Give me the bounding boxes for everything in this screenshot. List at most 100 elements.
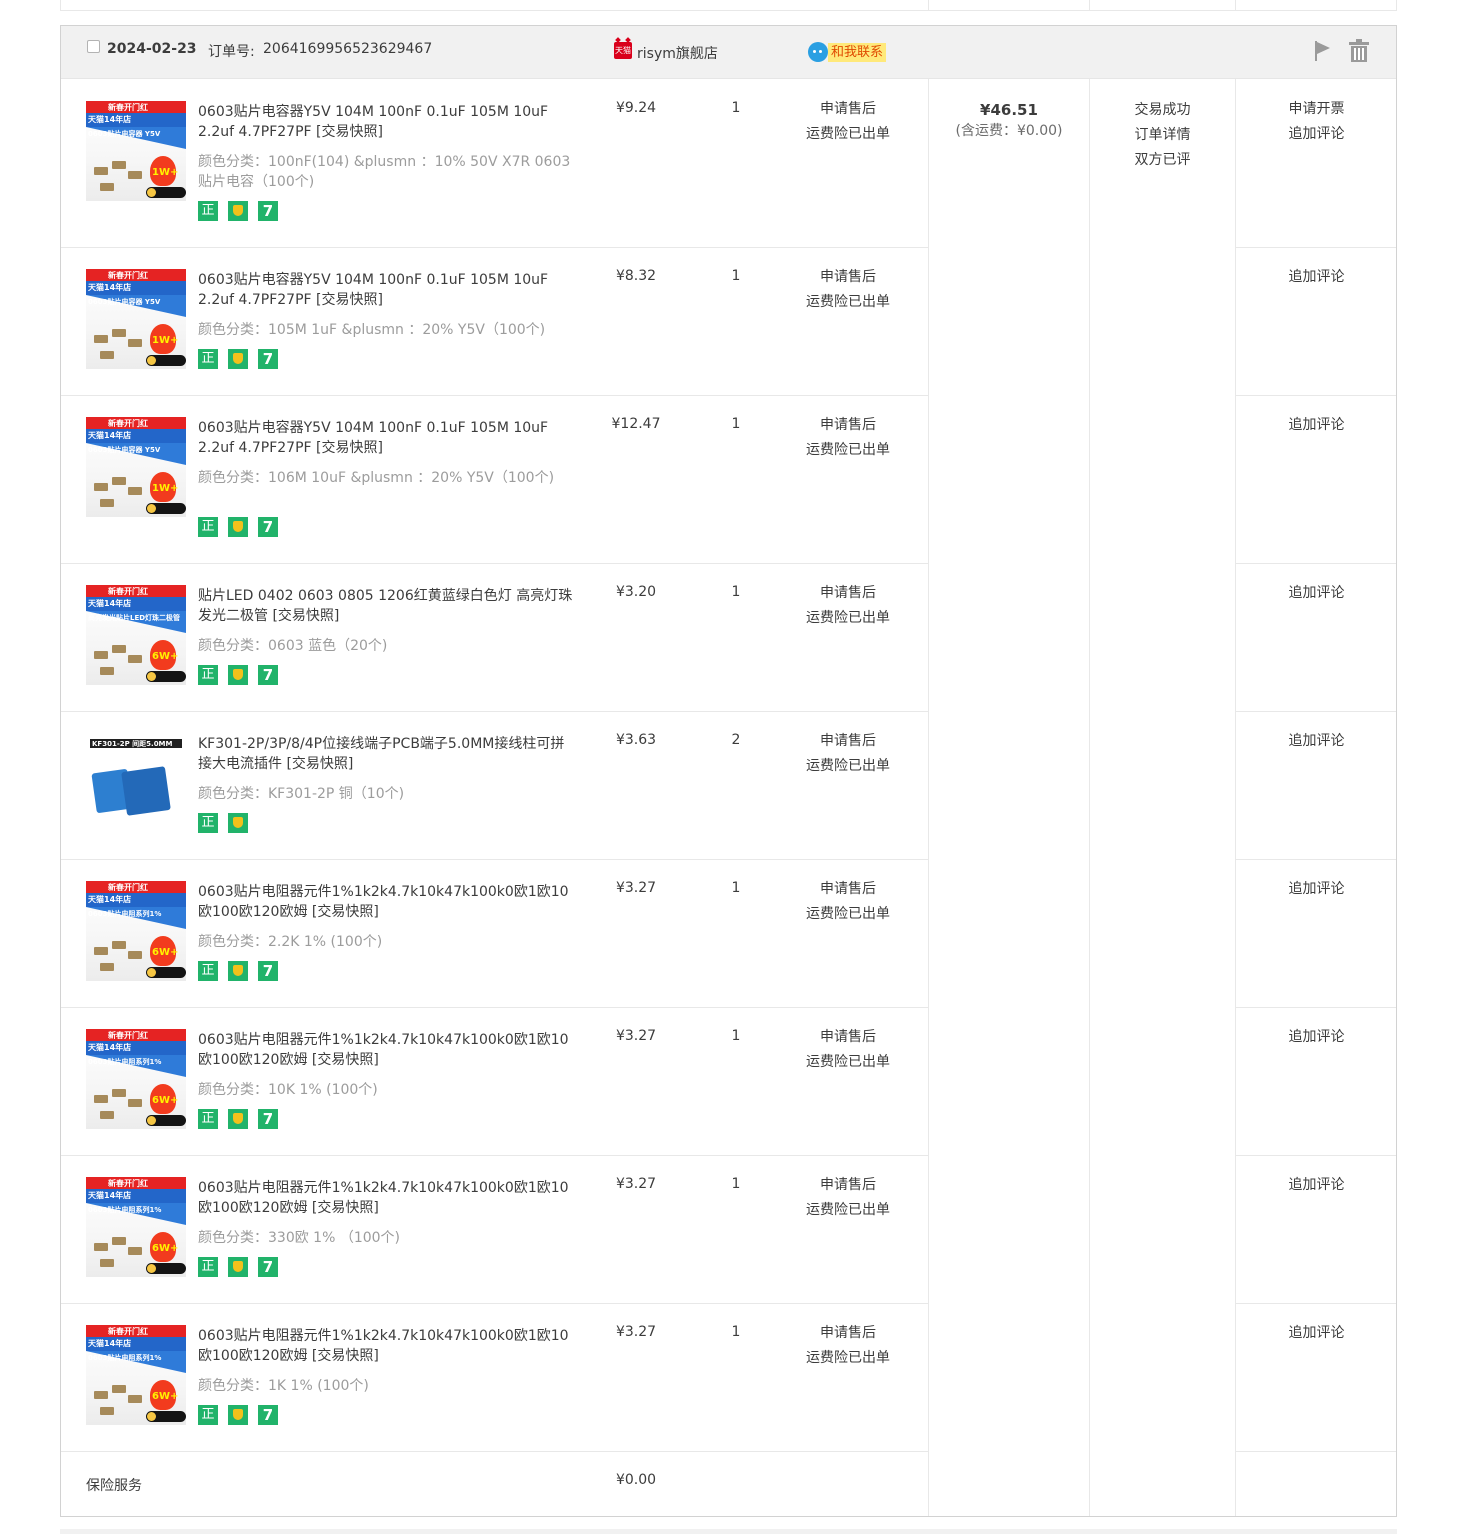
col-divider-price [928,79,929,1516]
guarantee-shield-icon[interactable] [228,1109,248,1129]
apply-after-sale-link[interactable]: 申请售后 [788,1173,908,1198]
guarantee-shield-icon[interactable] [228,1405,248,1425]
order-select-checkbox[interactable] [87,40,100,53]
authentic-icon[interactable]: 正 [198,349,218,369]
product-thumbnail[interactable]: 新春开门红 天猫14年店 0603贴片电阻系列1% 6W+ [86,1029,186,1129]
product-title-link[interactable]: 贴片LED 0402 0603 0805 1206红黄蓝绿白色灯 高亮灯珠发光二… [198,586,573,626]
shipping-insurance-status: 运费险已出单 [806,294,890,310]
guarantee-shield-icon[interactable] [228,813,248,833]
product-title-link[interactable]: 0603贴片电容器Y5V 104M 100nF 0.1uF 105M 10uF … [198,102,573,142]
quantity: 2 [731,732,741,748]
authentic-icon[interactable]: 正 [198,1109,218,1129]
guarantee-shield-icon[interactable] [228,961,248,981]
apply-after-sale-link[interactable]: 申请售后 [788,877,908,902]
apply-after-sale-link[interactable]: 申请售后 [788,1321,908,1346]
product-thumbnail[interactable]: 新春开门红 天猫14年店 0603贴片电容器 Y5V 1W+ [86,417,186,517]
guarantee-shield-icon[interactable] [228,517,248,537]
seven-day-return-icon[interactable]: 7 [258,201,278,221]
product-thumbnail[interactable]: 新春开门红 天猫14年店 高亮发光贴片LED灯珠二极管 6W+ [86,585,186,685]
seven-day-return-icon[interactable]: 7 [258,961,278,981]
both-reviewed-link[interactable]: 双方已评 [1090,148,1235,173]
product-title-link[interactable]: 0603贴片电阻器元件1%1k2k4.7k10k47k100k0欧1欧10欧10… [198,1326,573,1366]
product-title-link[interactable]: 0603贴片电容器Y5V 104M 100nF 0.1uF 105M 10uF … [198,270,573,310]
thumb-sub: 天猫14年店 [88,599,132,608]
shipping-insurance-status: 运费险已出单 [806,906,890,922]
authentic-icon[interactable]: 正 [198,1257,218,1277]
product-thumbnail[interactable]: 新春开门红 天猫14年店 0603贴片电阻系列1% 6W+ [86,1177,186,1277]
add-review-link[interactable]: 追加评论 [1237,265,1396,290]
thumb-promo: 1W+ [152,483,179,494]
trash-icon[interactable] [1348,39,1370,62]
seven-day-return-icon[interactable]: 7 [258,349,278,369]
unit-price: ¥3.27 [615,1324,657,1340]
unit-price: ¥3.63 [615,732,657,748]
col-divider-status [1235,79,1236,1516]
insurance-price: ¥0.00 [615,1472,657,1488]
product-thumbnail[interactable]: 新春开门红 天猫14年店 0603贴片电容器 Y5V 1W+ [86,269,186,369]
total-shipping: (含运费：¥0.00) [955,123,1063,139]
seven-day-return-icon[interactable]: 7 [258,1109,278,1129]
guarantee-shield-icon[interactable] [228,201,248,221]
add-review-link[interactable]: 追加评论 [1237,1321,1396,1346]
seven-day-return-icon[interactable]: 7 [258,1405,278,1425]
apply-after-sale-link[interactable]: 申请售后 [788,729,908,754]
shipping-insurance-status: 运费险已出单 [806,126,890,142]
product-title-link[interactable]: 0603贴片电阻器元件1%1k2k4.7k10k47k100k0欧1欧10欧10… [198,882,573,922]
chat-icon[interactable] [808,42,828,62]
contact-seller-button[interactable]: 和我联系 [828,43,887,62]
authentic-icon[interactable]: 正 [198,201,218,221]
add-review-link[interactable]: 追加评论 [1237,877,1396,902]
authentic-icon[interactable]: 正 [198,813,218,833]
product-attributes: 颜色分类：105M 1uF &plusmn ：20% Y5V（100个) [198,322,546,338]
authentic-icon[interactable]: 正 [198,517,218,537]
product-title-link[interactable]: KF301-2P/3P/8/4P位接线端子PCB端子5.0MM接线柱可拼接大电流… [198,734,573,774]
product-title-link[interactable]: 0603贴片电阻器元件1%1k2k4.7k10k47k100k0欧1欧10欧10… [198,1178,573,1218]
previous-order-stub [60,0,1397,11]
thumb-line: 0603贴片电容器 Y5V [88,130,161,138]
guarantee-shield-icon[interactable] [228,665,248,685]
unit-price: ¥3.27 [615,1176,657,1192]
row-divider [61,859,928,860]
apply-after-sale-link[interactable]: 申请售后 [788,97,908,122]
product-title-link[interactable]: 0603贴片电阻器元件1%1k2k4.7k10k47k100k0欧1欧10欧10… [198,1030,573,1070]
shop-name-link[interactable]: risym旗舰店 [637,43,718,63]
add-review-link[interactable]: 追加评论 [1237,413,1396,438]
product-thumbnail[interactable]: 新春开门红 天猫14年店 0603贴片电容器 Y5V 1W+ [86,101,186,201]
seven-day-return-icon[interactable]: 7 [258,517,278,537]
authentic-icon[interactable]: 正 [198,665,218,685]
authentic-icon[interactable]: 正 [198,1405,218,1425]
add-review-link[interactable]: 追加评论 [1237,729,1396,754]
shipping-insurance-status: 运费险已出单 [806,1350,890,1366]
guarantee-shield-icon[interactable] [228,349,248,369]
flag-icon[interactable] [1313,40,1333,62]
apply-after-sale-link[interactable]: 申请售后 [788,581,908,606]
after-sale-actions: 申请售后 运费险已出单 [788,1173,908,1223]
shipping-insurance-status: 运费险已出单 [806,758,890,774]
product-thumbnail[interactable]: KF301-2P 间距5.0MM [86,733,186,833]
product-attributes: 颜色分类：0603 蓝色（20个) [198,638,388,654]
product-thumbnail[interactable]: 新春开门红 天猫14年店 0603贴片电阻系列1% 6W+ [86,881,186,981]
row-divider [1236,1451,1396,1452]
seven-day-return-icon[interactable]: 7 [258,665,278,685]
request-invoice-link[interactable]: 申请开票 [1237,97,1396,122]
add-review-link[interactable]: 追加评论 [1237,1025,1396,1050]
apply-after-sale-link[interactable]: 申请售后 [788,413,908,438]
add-review-link[interactable]: 追加评论 [1237,122,1396,147]
add-review-link[interactable]: 追加评论 [1237,1173,1396,1198]
order-detail-link[interactable]: 订单详情 [1090,123,1235,148]
product-thumbnail[interactable]: 新春开门红 天猫14年店 0603贴片电阻系列1% 6W+ [86,1325,186,1425]
guarantee-shield-icon[interactable] [228,1257,248,1277]
add-review-link[interactable]: 追加评论 [1237,581,1396,606]
apply-after-sale-link[interactable]: 申请售后 [788,265,908,290]
item-operations: 追加评论 [1237,581,1396,606]
thumb-sub: 天猫14年店 [88,1191,132,1200]
seven-day-return-icon[interactable]: 7 [258,1257,278,1277]
thumb-banner: 新春开门红 [108,587,148,596]
quantity: 1 [731,416,741,432]
authentic-icon[interactable]: 正 [198,961,218,981]
after-sale-actions: 申请售后 运费险已出单 [788,413,908,463]
unit-price: ¥3.27 [615,880,657,896]
apply-after-sale-link[interactable]: 申请售后 [788,1025,908,1050]
thumb-line: 0603贴片电阻系列1% [88,1058,162,1066]
product-title-link[interactable]: 0603贴片电容器Y5V 104M 100nF 0.1uF 105M 10uF … [198,418,573,458]
